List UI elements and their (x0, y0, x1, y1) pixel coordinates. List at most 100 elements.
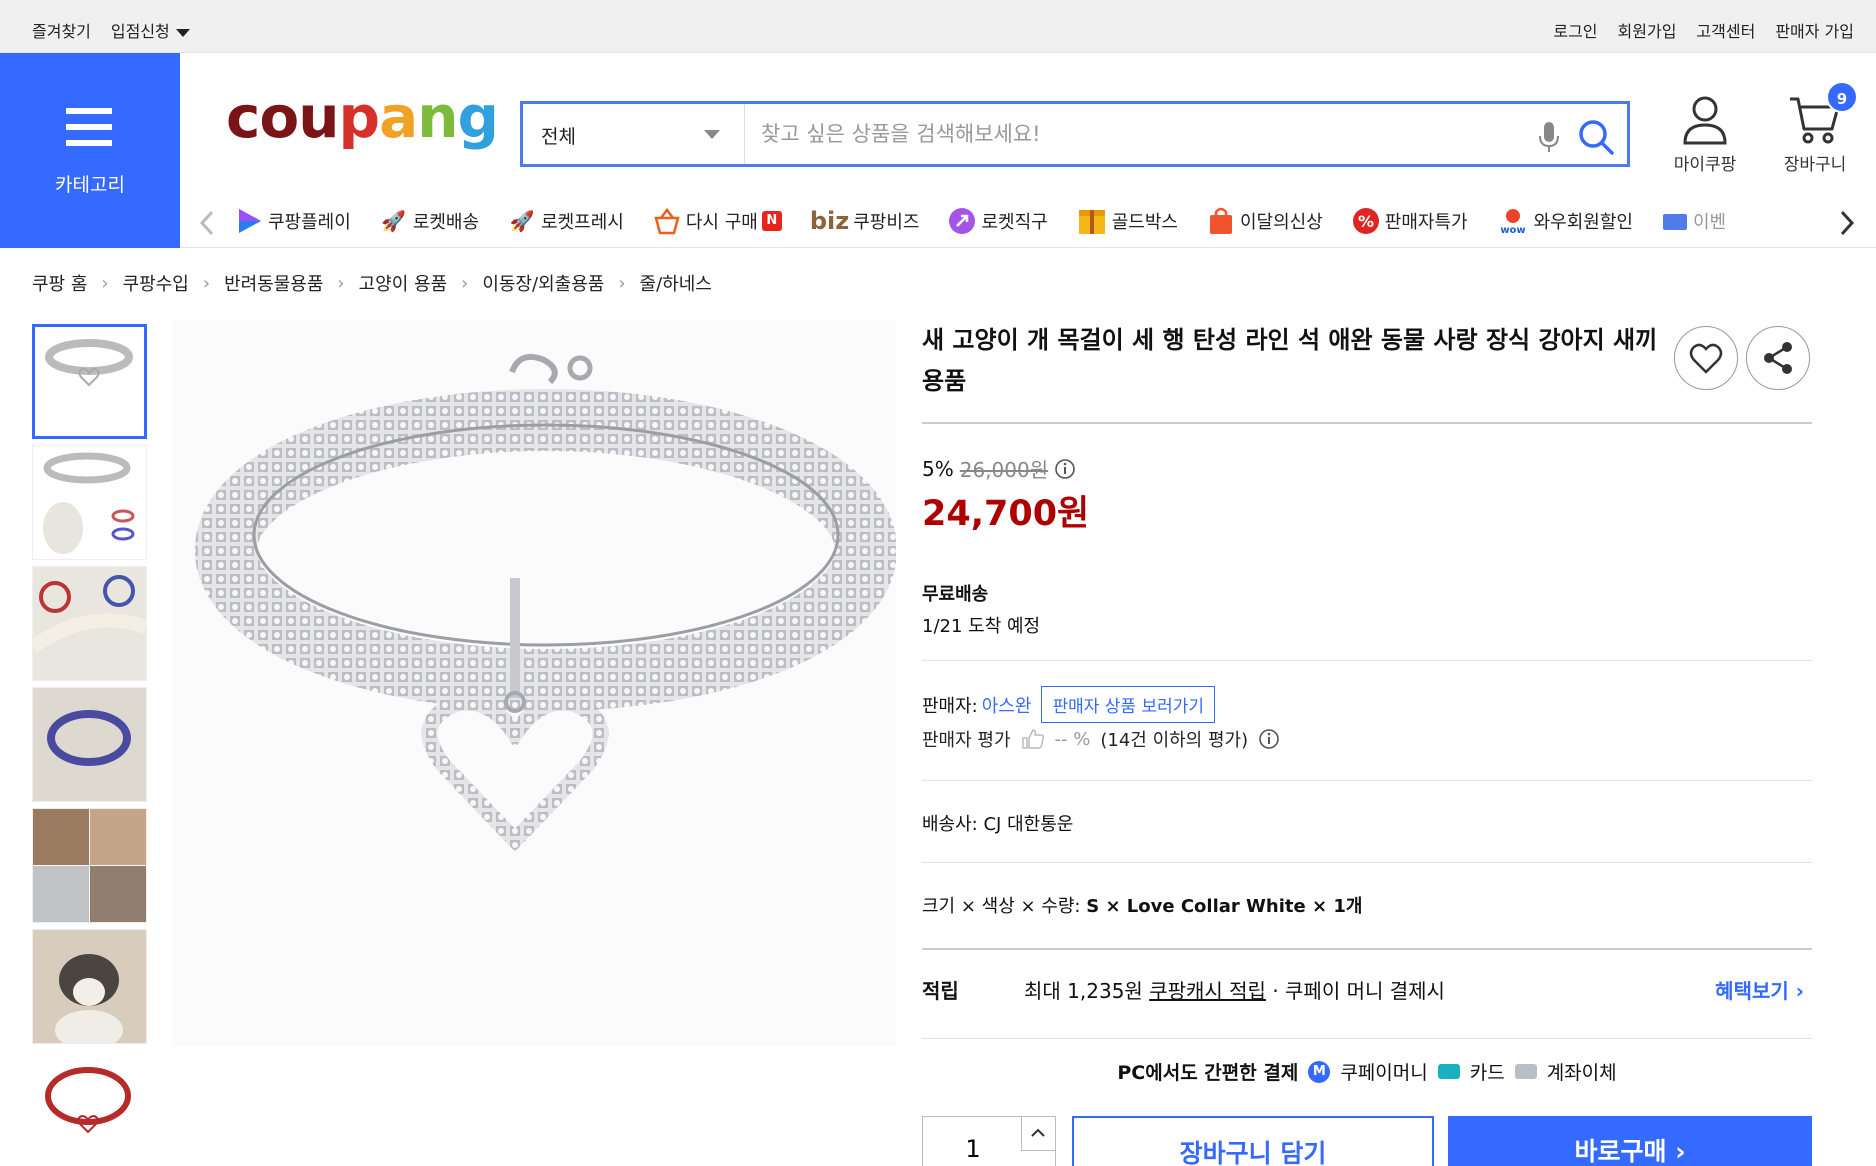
cart-label: 장바구니 (1783, 155, 1847, 175)
info-icon[interactable] (1054, 458, 1076, 480)
event-icon (1662, 214, 1687, 230)
original-price: 26,000원 (959, 458, 1049, 482)
product-thumbnail[interactable] (32, 808, 147, 923)
chevron-right-icon: › (101, 272, 109, 294)
option-row: 크기 × 색상 × 수량: S × Love Collar White × 1개 (922, 892, 1362, 918)
category-menu-button[interactable]: 카테고리 (0, 53, 180, 248)
product-thumbnail[interactable] (32, 687, 147, 802)
search-input[interactable] (761, 116, 1521, 152)
share-icon (1764, 342, 1792, 374)
carrier-name: CJ 대한통운 (983, 814, 1074, 835)
play-icon (239, 209, 261, 233)
payment-bank: 계좌이체 (1546, 1062, 1617, 1084)
necklace-thumbnail-image (35, 327, 144, 436)
breadcrumb-item[interactable]: 고양이 용품 (359, 270, 448, 296)
coupang-logo[interactable]: coupang (226, 88, 499, 146)
product-thumbnail[interactable] (32, 566, 147, 681)
nav-item-rocket-delivery[interactable]: 🚀 로켓배송 (379, 206, 479, 236)
carrier-label: 배송사: (922, 814, 978, 835)
quantity-increase-button[interactable] (1021, 1117, 1055, 1151)
cart-button[interactable]: 9 장바구니 (1770, 81, 1860, 175)
search-icon[interactable] (1576, 117, 1616, 157)
favorites-link[interactable]: 즐겨찾기 (32, 18, 91, 42)
breadcrumb-item[interactable]: 이동장/외출용품 (482, 270, 604, 296)
search-scope-value: 전체 (541, 126, 576, 148)
wishlist-button[interactable] (1674, 326, 1738, 390)
customer-center-link[interactable]: 고객센터 (1696, 18, 1755, 42)
seller-name-link[interactable]: 아스완 (982, 692, 1032, 718)
login-link[interactable]: 로그인 (1553, 18, 1597, 42)
buy-now-button[interactable]: 바로구매 › (1448, 1116, 1812, 1166)
payment-card: 카드 (1469, 1062, 1505, 1084)
biz-icon: biz (809, 207, 850, 235)
reward-text: 최대 1,235원 쿠팡캐시 적립 · 쿠페이 머니 결제시 (1024, 975, 1445, 1004)
product-thumbnail[interactable] (32, 1050, 147, 1165)
product-thumbnail[interactable] (32, 929, 147, 1044)
bank-icon (1514, 1064, 1537, 1079)
nav-item-rebuy[interactable]: 다시 구매 N (652, 206, 782, 236)
chevron-up-icon (1031, 1128, 1045, 1137)
share-button[interactable] (1746, 326, 1810, 390)
rating-value: -- % (1054, 728, 1091, 750)
signup-link[interactable]: 회원가입 (1618, 18, 1677, 42)
product-info-panel: 새 고양이 개 목걸이 세 행 탄성 라인 석 애완 동물 사랑 장식 강아지 … (922, 320, 1812, 1166)
divider (922, 780, 1812, 781)
goldbox-icon (1078, 210, 1105, 234)
quantity-stepper (922, 1116, 1056, 1166)
percent-icon: % (1352, 208, 1379, 234)
reward-cash-link[interactable]: 쿠팡캐시 적립 (1149, 979, 1266, 1003)
breadcrumb-item[interactable]: 줄/하네스 (640, 270, 712, 296)
nav-item-new-arrivals[interactable]: 이달의신상 (1206, 206, 1323, 236)
breadcrumb-item[interactable]: 반려동물용품 (224, 270, 323, 296)
option-label: 크기 × 색상 × 수량: (922, 896, 1081, 917)
rhinestone-collar-image (172, 320, 897, 1046)
seller-products-button[interactable]: 판매자 상품 보러가기 (1041, 686, 1216, 723)
nav-item-rocket-global[interactable]: 로켓직구 (947, 206, 1048, 236)
hamburger-icon (66, 108, 112, 146)
blue-collar-thumbnail-image (33, 688, 146, 801)
nav-item-seller-deals[interactable]: % 판매자특가 (1351, 206, 1468, 236)
pet-collage-thumbnail-image (33, 809, 146, 922)
rocket-icon: 🚀 (381, 209, 407, 233)
product-main-image[interactable] (172, 320, 897, 1046)
benefits-link[interactable]: 혜택보기 › (1715, 975, 1804, 1004)
chevron-right-icon[interactable] (1836, 208, 1858, 238)
new-bag-icon (1209, 207, 1232, 234)
collars-thumbnail-image (33, 567, 146, 680)
sale-price: 24,700원 (922, 494, 1090, 534)
nav-item-goldbox[interactable]: 골드박스 (1076, 206, 1178, 236)
info-icon[interactable] (1258, 728, 1280, 750)
user-icon (1683, 96, 1727, 145)
discount-row: 5% 26,000원 (922, 454, 1076, 483)
divider (922, 948, 1812, 950)
nav-item-event[interactable]: 이벤 (1661, 206, 1726, 236)
mycoupang-button[interactable]: 마이쿠팡 (1660, 95, 1750, 175)
seller-signup-link[interactable]: 판매자 가입 (1775, 18, 1854, 42)
microphone-icon[interactable] (1535, 120, 1563, 154)
nav-item-wow-discount[interactable]: wow 와우회원할인 (1496, 206, 1633, 236)
reward-label: 적립 (922, 979, 959, 1003)
breadcrumb-item[interactable]: 쿠팡 홈 (32, 270, 87, 296)
seller-label: 판매자: (922, 695, 978, 717)
quantity-input[interactable] (923, 1135, 1023, 1163)
thumbs-up-icon (1021, 729, 1044, 749)
nav-item-coupangplay[interactable]: 쿠팡플레이 (234, 206, 351, 236)
chevron-right-icon: › (618, 272, 626, 294)
chevron-left-icon[interactable] (196, 208, 218, 238)
store-apply-menu[interactable]: 입점신청 (111, 18, 190, 42)
quick-nav-items: 쿠팡플레이 🚀 로켓배송 🚀 로켓프레시 다시 구매 N biz 쿠팡비즈 로켓… (234, 206, 1794, 236)
product-thumbnail[interactable] (32, 445, 147, 560)
breadcrumb-item[interactable]: 쿠팡수입 (123, 270, 189, 296)
new-badge-icon: N (761, 211, 782, 231)
product-thumbnail[interactable] (32, 324, 147, 439)
card-icon (1437, 1064, 1460, 1079)
breadcrumb: 쿠팡 홈 › 쿠팡수입 › 반려동물용품 › 고양이 용품 › 이동장/외출용품 › 줄/… (32, 270, 712, 296)
search-scope-select[interactable]: 전체 (523, 104, 745, 164)
divider (922, 862, 1812, 863)
svg-text:%: % (1358, 212, 1374, 231)
nav-item-coupangbiz[interactable]: biz 쿠팡비즈 (810, 206, 920, 236)
add-to-cart-button[interactable]: 장바구니 담기 (1072, 1116, 1434, 1166)
divider (922, 660, 1812, 661)
shipping-type: 무료배송 (922, 584, 989, 605)
nav-item-rocket-fresh[interactable]: 🚀 로켓프레시 (507, 206, 624, 236)
